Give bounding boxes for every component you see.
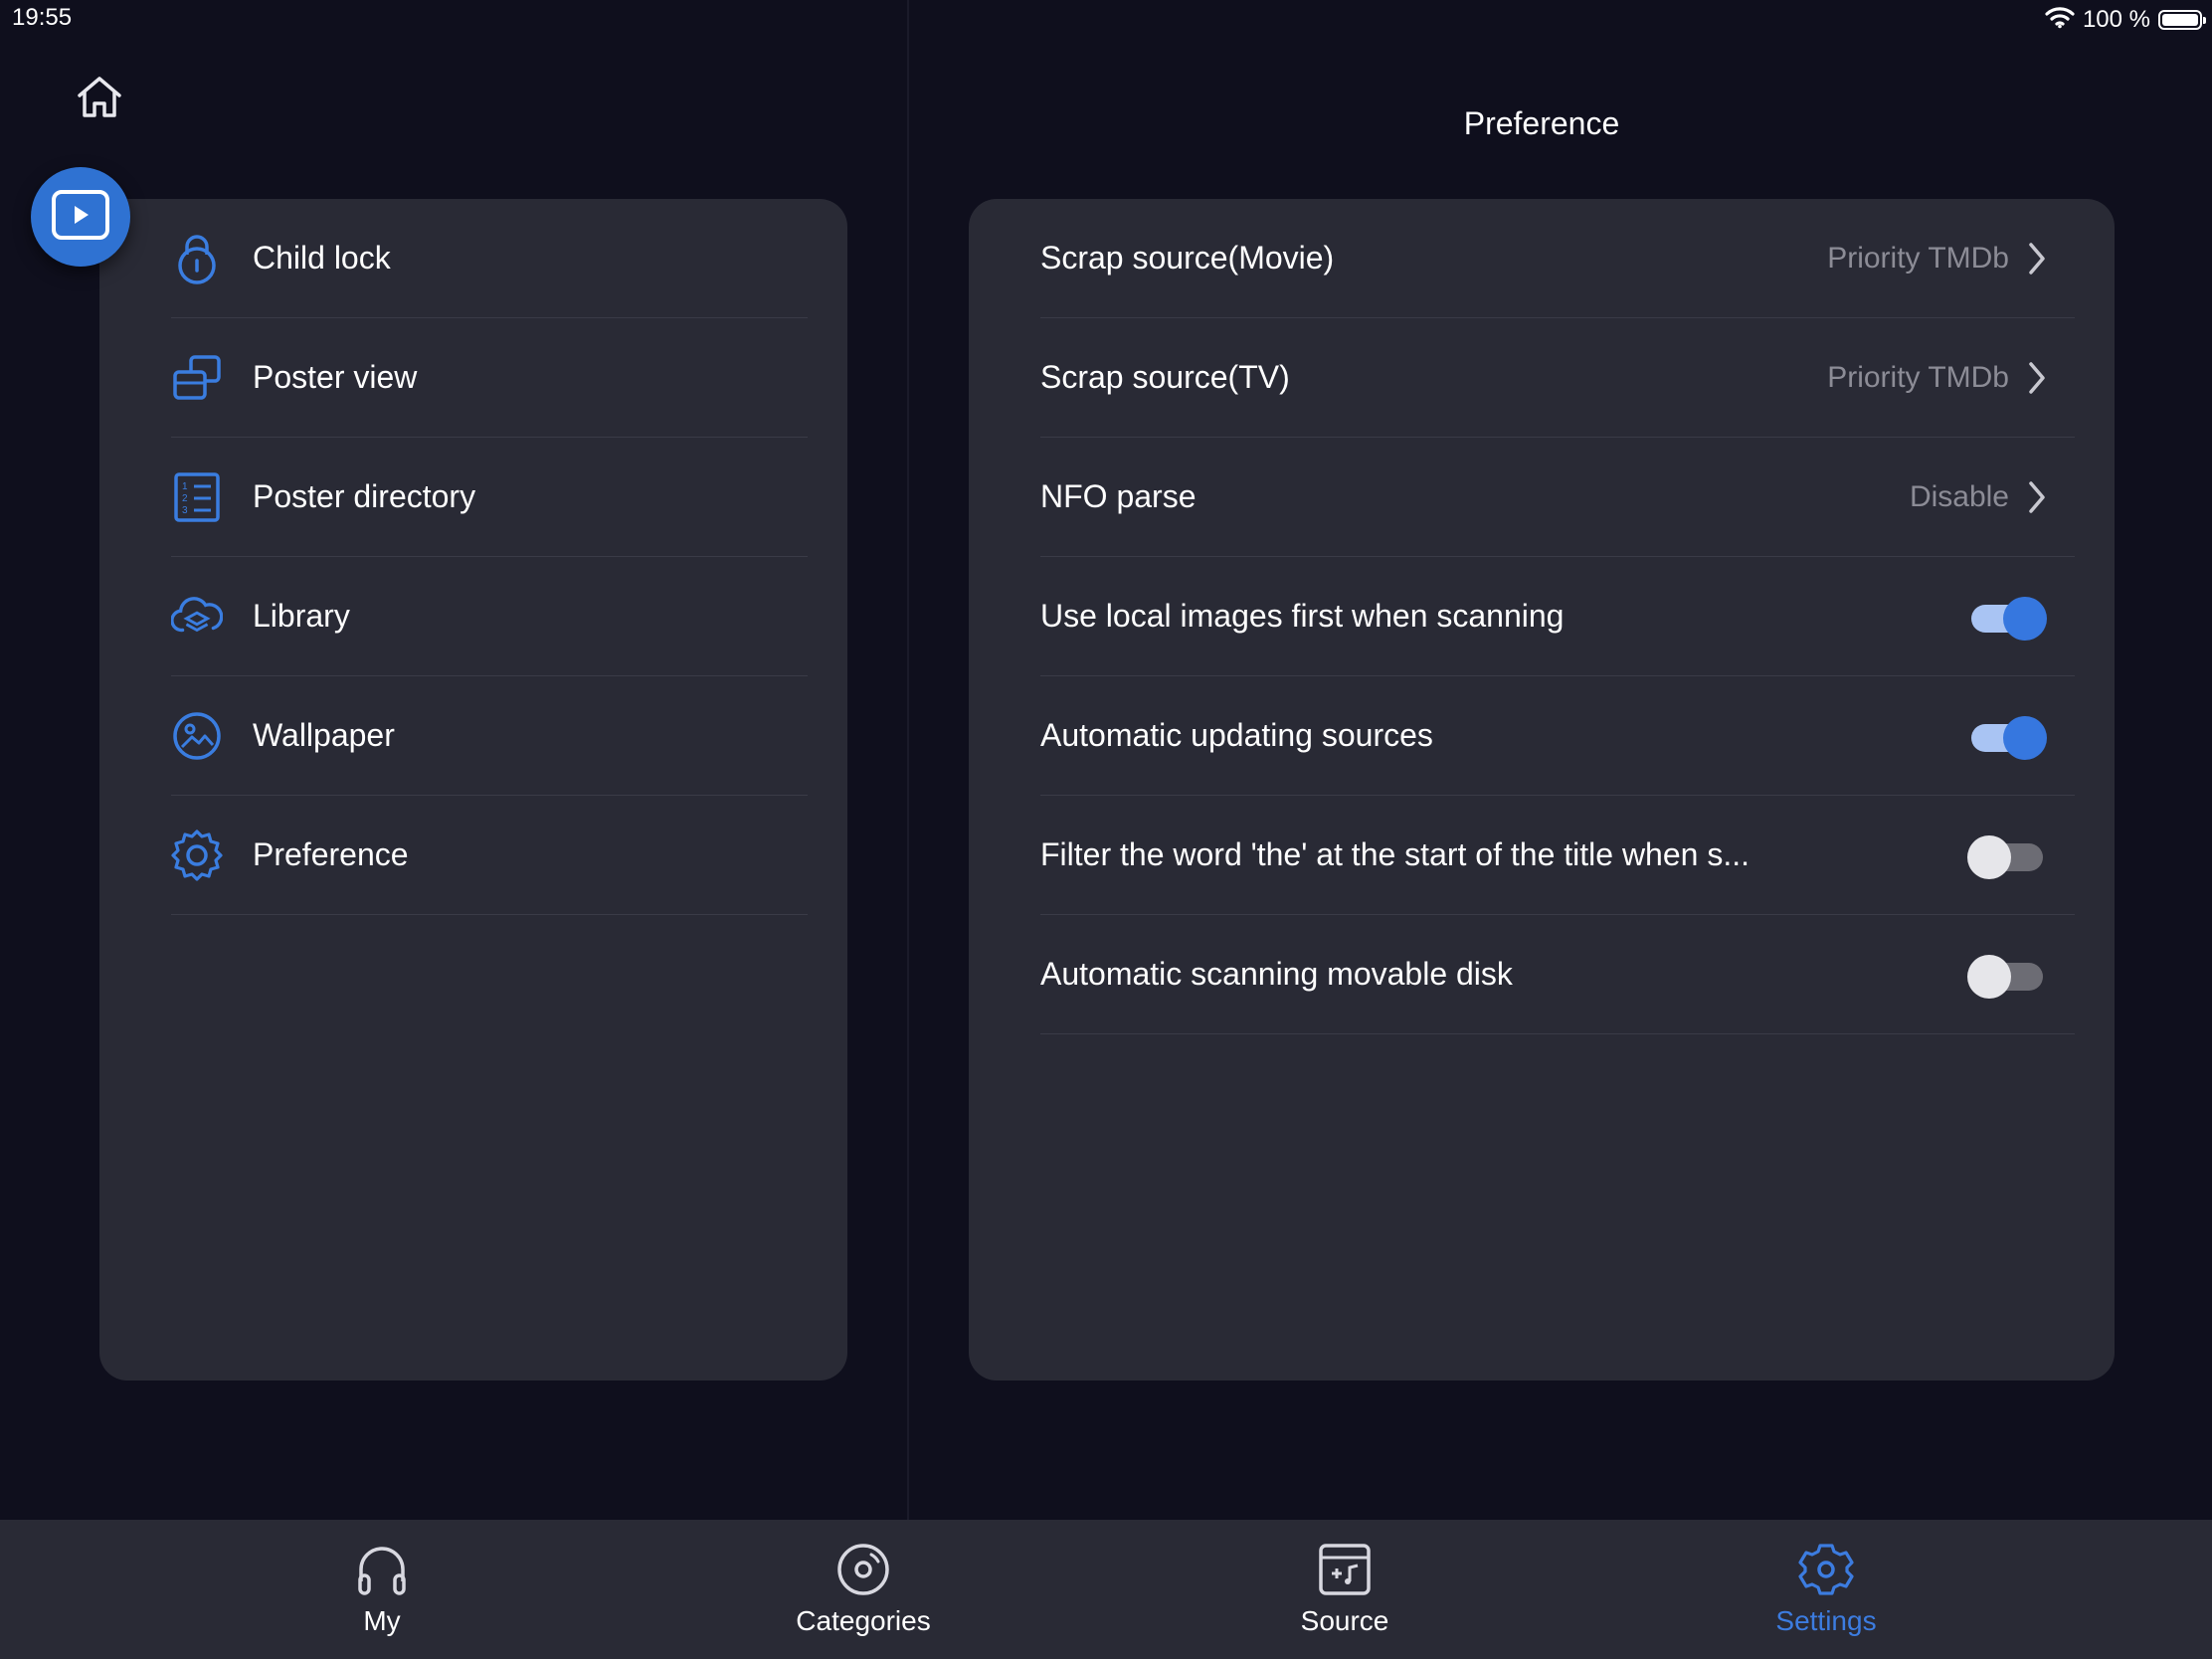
menu-item-label: Poster directory <box>253 478 476 514</box>
wifi-icon <box>2045 5 2075 36</box>
svg-text:3: 3 <box>182 505 188 516</box>
tab-label: Settings <box>1775 1605 1877 1636</box>
image-icon <box>171 710 223 762</box>
setting-value-group: Disable <box>1910 479 2051 515</box>
tab-source[interactable]: Source <box>1196 1520 1494 1659</box>
menu-item-label: Library <box>253 598 350 634</box>
menu-item-label: Child lock <box>253 240 391 276</box>
svg-text:1: 1 <box>182 481 188 492</box>
setting-value: Priority TMDb <box>1827 360 2009 394</box>
status-time: 19:55 <box>12 4 73 31</box>
filter-the-word-toggle[interactable] <box>1967 834 2047 879</box>
setting-label: Automatic updating sources <box>1040 717 1433 753</box>
svg-text:2: 2 <box>182 493 188 504</box>
setting-use-local-images: Use local images first when scanning <box>1040 557 2075 676</box>
preference-list: Scrap source(Movie) Priority TMDb Scrap … <box>1040 199 2075 1034</box>
use-local-images-toggle[interactable] <box>1967 596 2047 641</box>
source-folder-icon <box>1315 1540 1375 1599</box>
setting-label: Scrap source(Movie) <box>1040 240 1335 276</box>
setting-auto-scan-movable-disk: Automatic scanning movable disk <box>1040 915 2075 1034</box>
preference-panel: Scrap source(Movie) Priority TMDb Scrap … <box>969 199 2115 1381</box>
setting-auto-update-sources: Automatic updating sources <box>1040 676 2075 796</box>
home-button[interactable] <box>70 70 129 129</box>
menu-item-label: Preference <box>253 836 409 872</box>
setting-label: Filter the word 'the' at the start of th… <box>1040 836 1750 872</box>
setting-scrap-source-tv[interactable]: Scrap source(TV) Priority TMDb <box>1040 318 2075 438</box>
floating-player-button[interactable] <box>31 167 130 267</box>
setting-label: Automatic scanning movable disk <box>1040 956 1513 992</box>
gear-icon <box>1796 1540 1856 1599</box>
setting-label: Use local images first when scanning <box>1040 598 1565 634</box>
setting-value-group: Priority TMDb <box>1827 241 2051 276</box>
menu-item-poster-view[interactable]: Poster view <box>171 318 808 438</box>
setting-label: Scrap source(TV) <box>1040 359 1290 395</box>
auto-update-sources-toggle[interactable] <box>1967 715 2047 760</box>
setting-scrap-source-movie[interactable]: Scrap source(Movie) Priority TMDb <box>1040 199 2075 318</box>
tab-bar: My Categories Source Settings <box>0 1520 2212 1659</box>
page-title: Preference <box>1463 105 1620 141</box>
list-numbered-icon: 1 2 3 <box>171 471 223 523</box>
poster-view-icon <box>171 352 223 404</box>
chevron-right-icon <box>2027 479 2051 515</box>
tab-label: My <box>363 1605 401 1636</box>
battery-icon <box>2158 10 2206 30</box>
setting-label: NFO parse <box>1040 478 1197 514</box>
play-icon <box>51 189 110 246</box>
tab-label: Source <box>1300 1605 1389 1636</box>
chevron-right-icon <box>2027 241 2051 276</box>
setting-filter-the-word: Filter the word 'the' at the start of th… <box>1040 796 2075 915</box>
menu-item-child-lock[interactable]: Child lock <box>171 199 808 318</box>
status-right: 100 % <box>2045 4 2206 36</box>
setting-value: Disable <box>1909 479 2009 513</box>
split-divider <box>907 0 909 1520</box>
menu-item-label: Wallpaper <box>253 717 395 753</box>
tab-categories[interactable]: Categories <box>714 1520 1013 1659</box>
menu-item-poster-directory[interactable]: 1 2 3 Poster directory <box>171 438 808 557</box>
lock-icon <box>171 233 223 284</box>
auto-scan-disk-toggle[interactable] <box>1967 954 2047 999</box>
setting-value: Priority TMDb <box>1827 241 2009 275</box>
settings-menu-list: Child lock Poster view 1 2 3 Poster dire… <box>171 199 808 915</box>
setting-nfo-parse[interactable]: NFO parse Disable <box>1040 438 2075 557</box>
home-icon <box>74 72 125 128</box>
cloud-layers-icon <box>171 591 223 643</box>
tab-label: Categories <box>796 1605 931 1636</box>
gear-icon <box>171 829 223 881</box>
tab-settings[interactable]: Settings <box>1677 1520 1975 1659</box>
settings-menu-panel: Child lock Poster view 1 2 3 Poster dire… <box>99 199 847 1381</box>
setting-value-group: Priority TMDb <box>1827 360 2051 396</box>
disc-icon <box>833 1540 893 1599</box>
tab-my[interactable]: My <box>233 1520 531 1659</box>
headphones-icon <box>352 1540 412 1599</box>
menu-item-wallpaper[interactable]: Wallpaper <box>171 676 808 796</box>
chevron-right-icon <box>2027 360 2051 396</box>
menu-item-label: Poster view <box>253 359 418 395</box>
battery-percent: 100 % <box>2082 6 2150 33</box>
menu-item-library[interactable]: Library <box>171 557 808 676</box>
status-bar: 19:55 100 % <box>0 0 2212 40</box>
menu-item-preference[interactable]: Preference <box>171 796 808 915</box>
